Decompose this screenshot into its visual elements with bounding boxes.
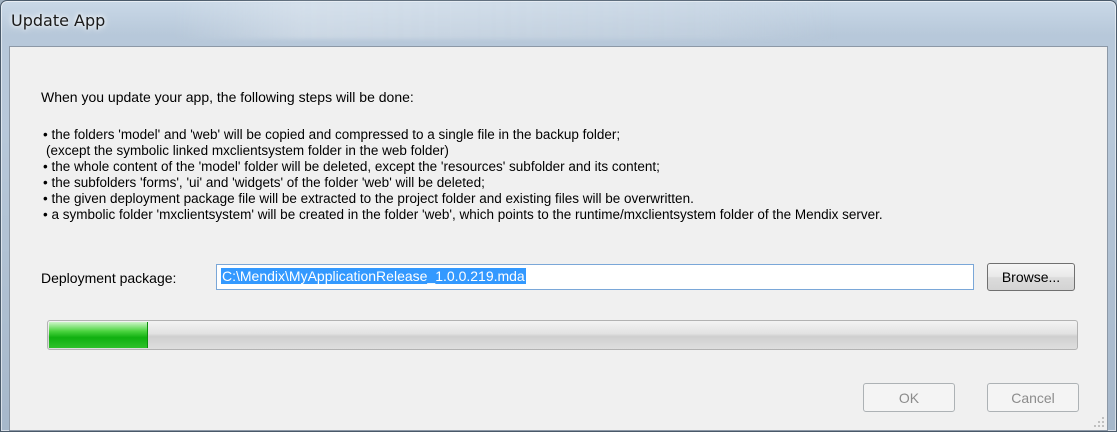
step-item: • the folders 'model' and 'web' will be … [43, 127, 621, 142]
browse-button[interactable]: Browse... [987, 263, 1075, 291]
cancel-button[interactable]: Cancel [987, 383, 1079, 412]
step-item: • the given deployment package file will… [43, 191, 694, 206]
deployment-package-value: C:\Mendix\MyApplicationRelease_1.0.0.219… [221, 268, 526, 284]
step-item: • a symbolic folder 'mxclientsystem' wil… [43, 207, 883, 222]
deployment-package-label: Deployment package: [41, 270, 177, 286]
steps-list: • the folders 'model' and 'web' will be … [43, 127, 883, 223]
deployment-package-input[interactable]: C:\Mendix\MyApplicationRelease_1.0.0.219… [216, 264, 974, 290]
update-app-window: Update App When you update your app, the… [0, 0, 1117, 432]
window-title: Update App [11, 11, 106, 30]
progress-fill [49, 322, 148, 348]
resize-grip-icon[interactable] [1093, 416, 1105, 428]
progress-bar [47, 320, 1078, 350]
step-item: (except the symbolic linked mxclientsyst… [46, 143, 449, 158]
ok-button[interactable]: OK [863, 383, 955, 412]
dialog-body: When you update your app, the following … [9, 46, 1108, 431]
step-item: • the subfolders 'forms', 'ui' and 'widg… [43, 175, 485, 190]
title-bar[interactable]: Update App [1, 1, 1116, 41]
step-item: • the whole content of the 'model' folde… [43, 159, 660, 174]
intro-text: When you update your app, the following … [41, 89, 414, 105]
